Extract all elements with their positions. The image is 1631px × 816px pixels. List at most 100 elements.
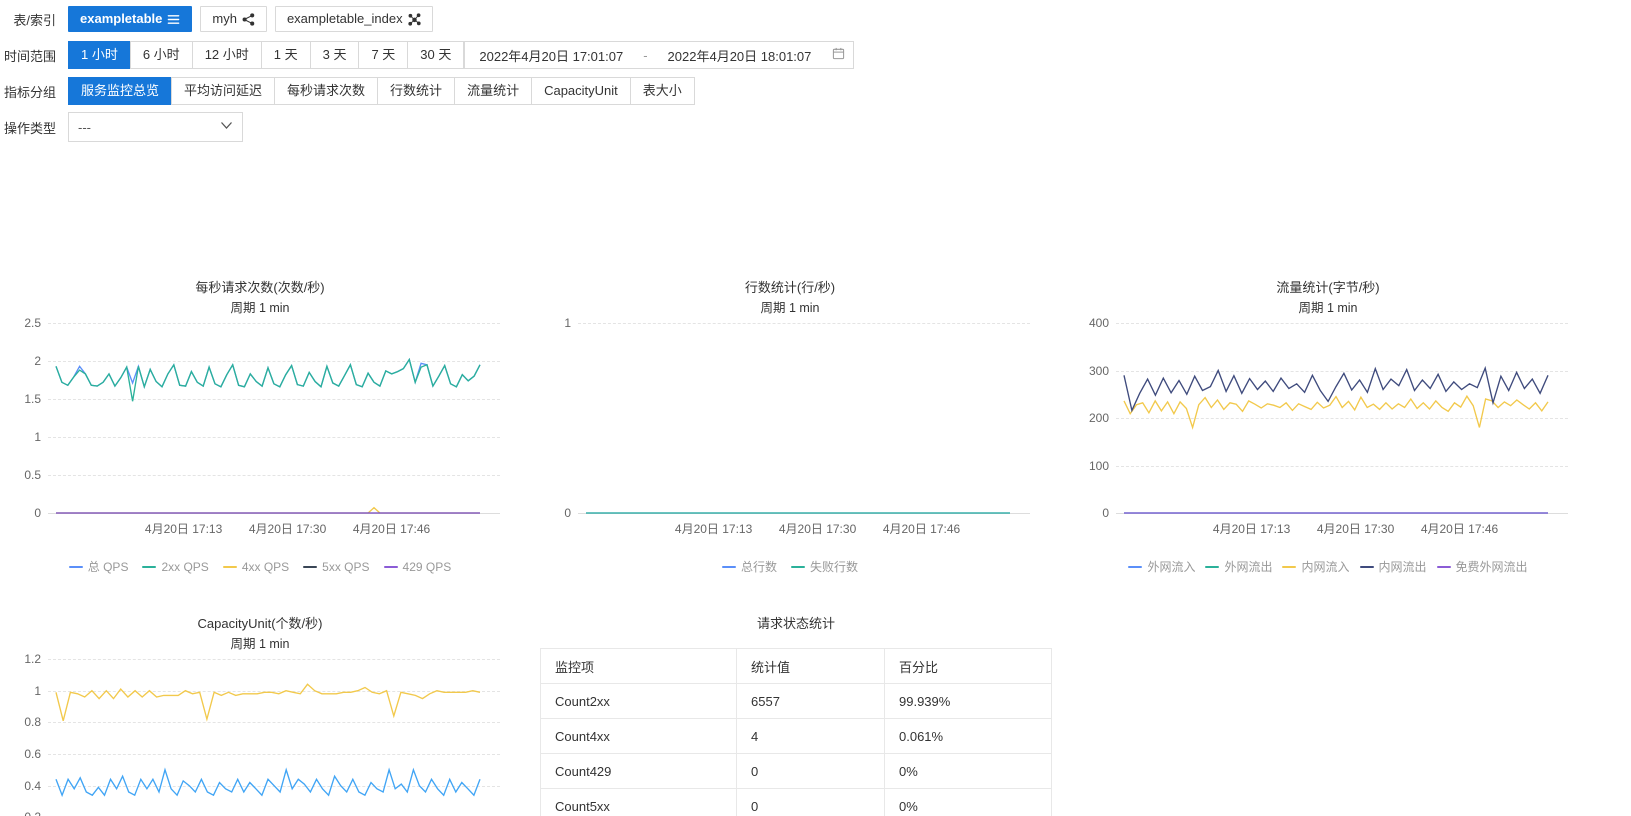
- index-icon: [407, 12, 421, 26]
- legend-swatch: [1282, 565, 1297, 568]
- chart-ytick-label: 200: [1088, 411, 1109, 425]
- chart-subtitle-rows: 周期 1 min: [760, 301, 820, 315]
- monitoring-dashboard: 表/索引 exampletable myh exampletable_index 时…: [0, 0, 1631, 816]
- legend-label: 5xx QPS: [322, 559, 370, 574]
- chart-ytick-label: 0.8: [24, 715, 41, 730]
- chart-ytick-label: 1: [34, 430, 41, 444]
- chart-series-svg: [586, 512, 1010, 514]
- metric-group-option-平均访问延迟[interactable]: 平均访问延迟: [171, 77, 275, 105]
- table-button-exampletable[interactable]: exampletable: [68, 6, 193, 32]
- operation-type-value: ---: [78, 119, 91, 135]
- table-button-exampletable_index[interactable]: exampletable_index: [274, 6, 433, 32]
- chart-line-内网流入: [1123, 394, 1549, 430]
- chart-title-capacityunit: CapacityUnit(个数/秒): [197, 616, 323, 631]
- legend-label: 失败行数: [810, 560, 859, 574]
- chart-ytick-label: 0.5: [24, 468, 41, 482]
- legend-item-外网流入[interactable]: 外网流入: [1128, 558, 1195, 575]
- table-cell: 6557: [736, 683, 885, 719]
- chart-xtick-label: 4月20日 17:46: [882, 522, 961, 536]
- table-column-header: 百分比: [884, 648, 1052, 684]
- chart-legend-qps: 总 QPS 2xx QPS 4xx QPS 5xx QPS 429 QPS: [10, 558, 510, 575]
- chart-xaxis-qps: 4月20日 17:13 4月20日 17:30 4月20日 17:46: [48, 520, 500, 540]
- legend-item-内网流入[interactable]: 内网流入: [1282, 558, 1350, 575]
- chart-xtick-label: 4月20日 17:30: [1316, 522, 1395, 536]
- chart-series-svg: [1123, 365, 1549, 514]
- legend-label: 外网流出: [1224, 560, 1273, 574]
- chart-panel-capacityunit: CapacityUnit(个数/秒) 周期 1 min 00.20.40.60.…: [10, 615, 510, 816]
- metric-group-option-表大小[interactable]: 表大小: [629, 77, 695, 105]
- date-range-start: 2022年4月20日 17:01:07: [479, 48, 624, 64]
- chart-legend-rows: 总行数 失败行数: [540, 558, 1040, 575]
- legend-swatch: [1436, 565, 1451, 568]
- table-button-label: myh: [212, 11, 237, 26]
- chart-panel-traffic: 流量统计(字节/秒) 周期 1 min 0 100 200 300 400 4月20日 …: [1078, 279, 1578, 575]
- legend-item-总行数[interactable]: 总行数: [721, 558, 777, 575]
- date-range-picker[interactable]: 2022年4月20日 17:01:07 - 2022年4月20日 18:01:0…: [464, 41, 855, 69]
- date-range-end: 2022年4月20日 18:01:07: [667, 48, 812, 64]
- table-cell: 0%: [884, 788, 1052, 816]
- legend-label: 429 QPS: [402, 559, 452, 574]
- filter-label-tables: 表/索引: [13, 12, 56, 28]
- chart-xtick-label: 4月20日 17:13: [674, 522, 753, 536]
- legend-item-总 QPS[interactable]: 总 QPS: [68, 558, 128, 575]
- chart-ytick-label: 1: [564, 316, 571, 330]
- chart-plot-qps: 0 0.5 1 1.5 2 2.5: [24, 316, 500, 520]
- legend-label: 外网流入: [1147, 560, 1196, 574]
- legend-label: 总行数: [740, 560, 777, 574]
- share-icon: [242, 12, 255, 26]
- filter-label-metricgroup: 指标分组: [3, 84, 56, 100]
- chart-legend-traffic: 外网流入 外网流出 内网流入 内网流出 免费外网流出: [1078, 558, 1578, 575]
- filter-row-metricgroup: 指标分组 服务监控总览 平均访问延迟 每秒请求次数 行数统计 流量统计 CapacityU…: [0, 76, 1631, 106]
- chart-series-svg: [55, 683, 481, 798]
- filter-row-tables: 表/索引 exampletable myh exampletable_index: [0, 4, 1631, 34]
- operation-type-select[interactable]: ---: [68, 112, 243, 142]
- filter-row-timerange: 时间范围 1 小时 6 小时 12 小时 1 天3 天7 天 30 天 2022年4月2…: [0, 40, 1631, 70]
- chart-subtitle-qps: 周期 1 min: [230, 301, 290, 315]
- time-range-option-7天[interactable]: 7 天: [358, 41, 408, 69]
- legend-item-外网流出[interactable]: 外网流出: [1205, 558, 1272, 575]
- calendar-icon[interactable]: [832, 47, 845, 63]
- metric-group-option-服务监控总览[interactable]: 服务监控总览: [68, 77, 172, 105]
- chart-ytick-label: 1.5: [24, 392, 41, 406]
- time-range-option-12小时[interactable]: 12 小时: [191, 41, 261, 69]
- metric-group-option-CapacityUnit[interactable]: CapacityUnit: [531, 77, 630, 105]
- legend-item-失败行数[interactable]: 失败行数: [791, 558, 858, 575]
- legend-item-429 QPS[interactable]: 429 QPS: [383, 559, 452, 574]
- filter-label-optype: 操作类型: [3, 120, 56, 136]
- table-cell: Count2xx: [540, 683, 737, 719]
- time-range-option-3天[interactable]: 3 天: [309, 41, 359, 69]
- metric-group-option-行数统计[interactable]: 行数统计: [377, 77, 455, 105]
- time-range-option-1小时[interactable]: 1 小时: [68, 41, 130, 69]
- legend-swatch: [142, 565, 157, 568]
- chart-plot-capacityunit: 00.20.40.60.811.2: [24, 652, 500, 816]
- chart-ytick-label: 0: [34, 506, 41, 520]
- legend-item-内网流出[interactable]: 内网流出: [1359, 558, 1427, 575]
- chart-plot-traffic: 0 100 200 300 400: [1089, 316, 1568, 520]
- legend-item-4xx QPS[interactable]: 4xx QPS: [222, 560, 289, 574]
- table-button-myh[interactable]: myh: [200, 6, 267, 32]
- legend-item-5xx QPS[interactable]: 5xx QPS: [303, 559, 370, 574]
- chevron-down-icon: [220, 121, 233, 133]
- table-header-row: 监控项 统计值 百分比: [540, 648, 1052, 684]
- legend-item-免费外网流出[interactable]: 免费外网流出: [1436, 558, 1528, 575]
- chart-title-traffic: 流量统计(字节/秒): [1276, 280, 1380, 295]
- legend-swatch: [791, 565, 805, 568]
- request-status-panel: 请求状态统计 监控项 统计值 百分比 Count2xx 6557 99.939% Coun…: [540, 615, 1052, 816]
- legend-item-2xx QPS[interactable]: 2xx QPS: [142, 559, 209, 574]
- table-row: Count429 0 0%: [540, 753, 1052, 789]
- metric-group-option-每秒请求次数[interactable]: 每秒请求次数: [274, 77, 378, 105]
- chart-line-2xx QPS: [55, 357, 481, 402]
- time-range-option-6小时[interactable]: 6 小时: [129, 41, 192, 69]
- chart-xtick-label: 4月20日 17:30: [248, 522, 327, 536]
- time-range-option-30天[interactable]: 30 天: [407, 41, 465, 69]
- metric-group-option-流量统计[interactable]: 流量统计: [454, 77, 532, 105]
- legend-swatch: [303, 565, 318, 568]
- table-button-label: exampletable_index: [286, 11, 403, 26]
- table-cell: Count4xx: [540, 718, 737, 754]
- legend-label: 2xx QPS: [161, 559, 209, 574]
- chart-panel-qps: 每秒请求次数(次数/秒) 周期 1 min 0 0.5 1 1.5 2 2.5 4月20日…: [10, 279, 510, 575]
- chart-ytick-label: 1: [34, 683, 41, 698]
- chart-xtick-label: 4月20日 17:30: [778, 522, 857, 536]
- time-range-option-1天[interactable]: 1 天: [260, 41, 310, 69]
- chart-xtick-label: 4月20日 17:13: [1212, 522, 1291, 536]
